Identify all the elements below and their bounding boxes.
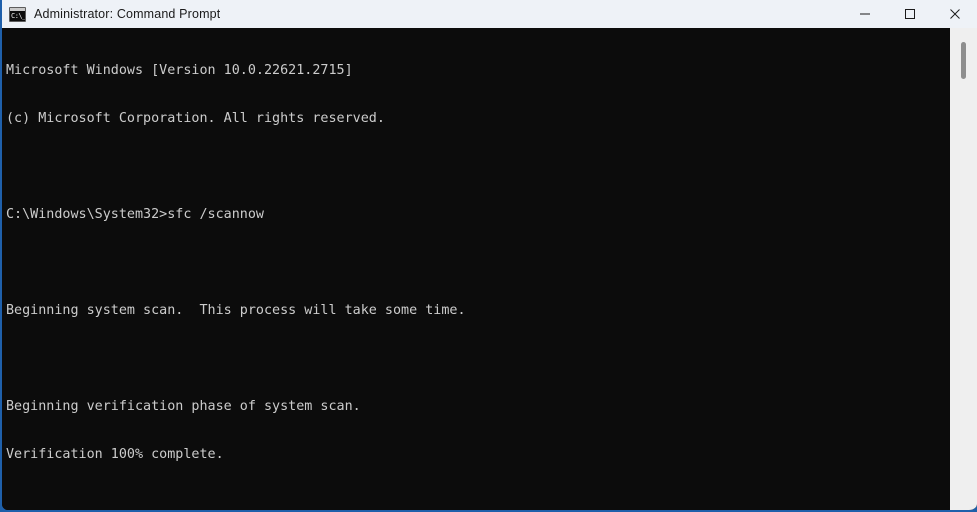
console-text: Microsoft Windows [Version 10.0.22621.27… [6, 31, 949, 510]
window-title: Administrator: Command Prompt [34, 7, 221, 21]
vertical-scrollbar-thumb[interactable] [961, 42, 966, 79]
title-bar[interactable]: C:\_ Administrator: Command Prompt [2, 0, 977, 28]
console-line: Verification 100% complete. [6, 447, 224, 462]
close-icon [949, 9, 960, 19]
command-prompt-icon: C:\_ [9, 6, 26, 22]
console-line-command: C:\Windows\System32>sfc /scannow [6, 207, 264, 222]
title-bar-left: C:\_ Administrator: Command Prompt [2, 6, 842, 22]
window-controls [842, 0, 977, 28]
command-prompt-window: C:\_ Administrator: Command Prompt Micro… [0, 0, 977, 512]
minimize-icon [859, 13, 870, 15]
console-line: Beginning system scan. This process will… [6, 303, 466, 318]
console-line: Microsoft Windows [Version 10.0.22621.27… [6, 63, 353, 78]
maximize-button[interactable] [887, 0, 932, 28]
vertical-scrollbar[interactable] [950, 28, 977, 510]
maximize-icon [904, 9, 915, 19]
window-bottom-edge [2, 508, 977, 510]
minimize-button[interactable] [842, 0, 887, 28]
console-output-area[interactable]: Microsoft Windows [Version 10.0.22621.27… [2, 28, 977, 510]
command-prompt-icon-glyph: C:\_ [11, 11, 26, 20]
console-line: Beginning verification phase of system s… [6, 399, 361, 414]
close-button[interactable] [932, 0, 977, 28]
console-line: (c) Microsoft Corporation. All rights re… [6, 111, 385, 126]
